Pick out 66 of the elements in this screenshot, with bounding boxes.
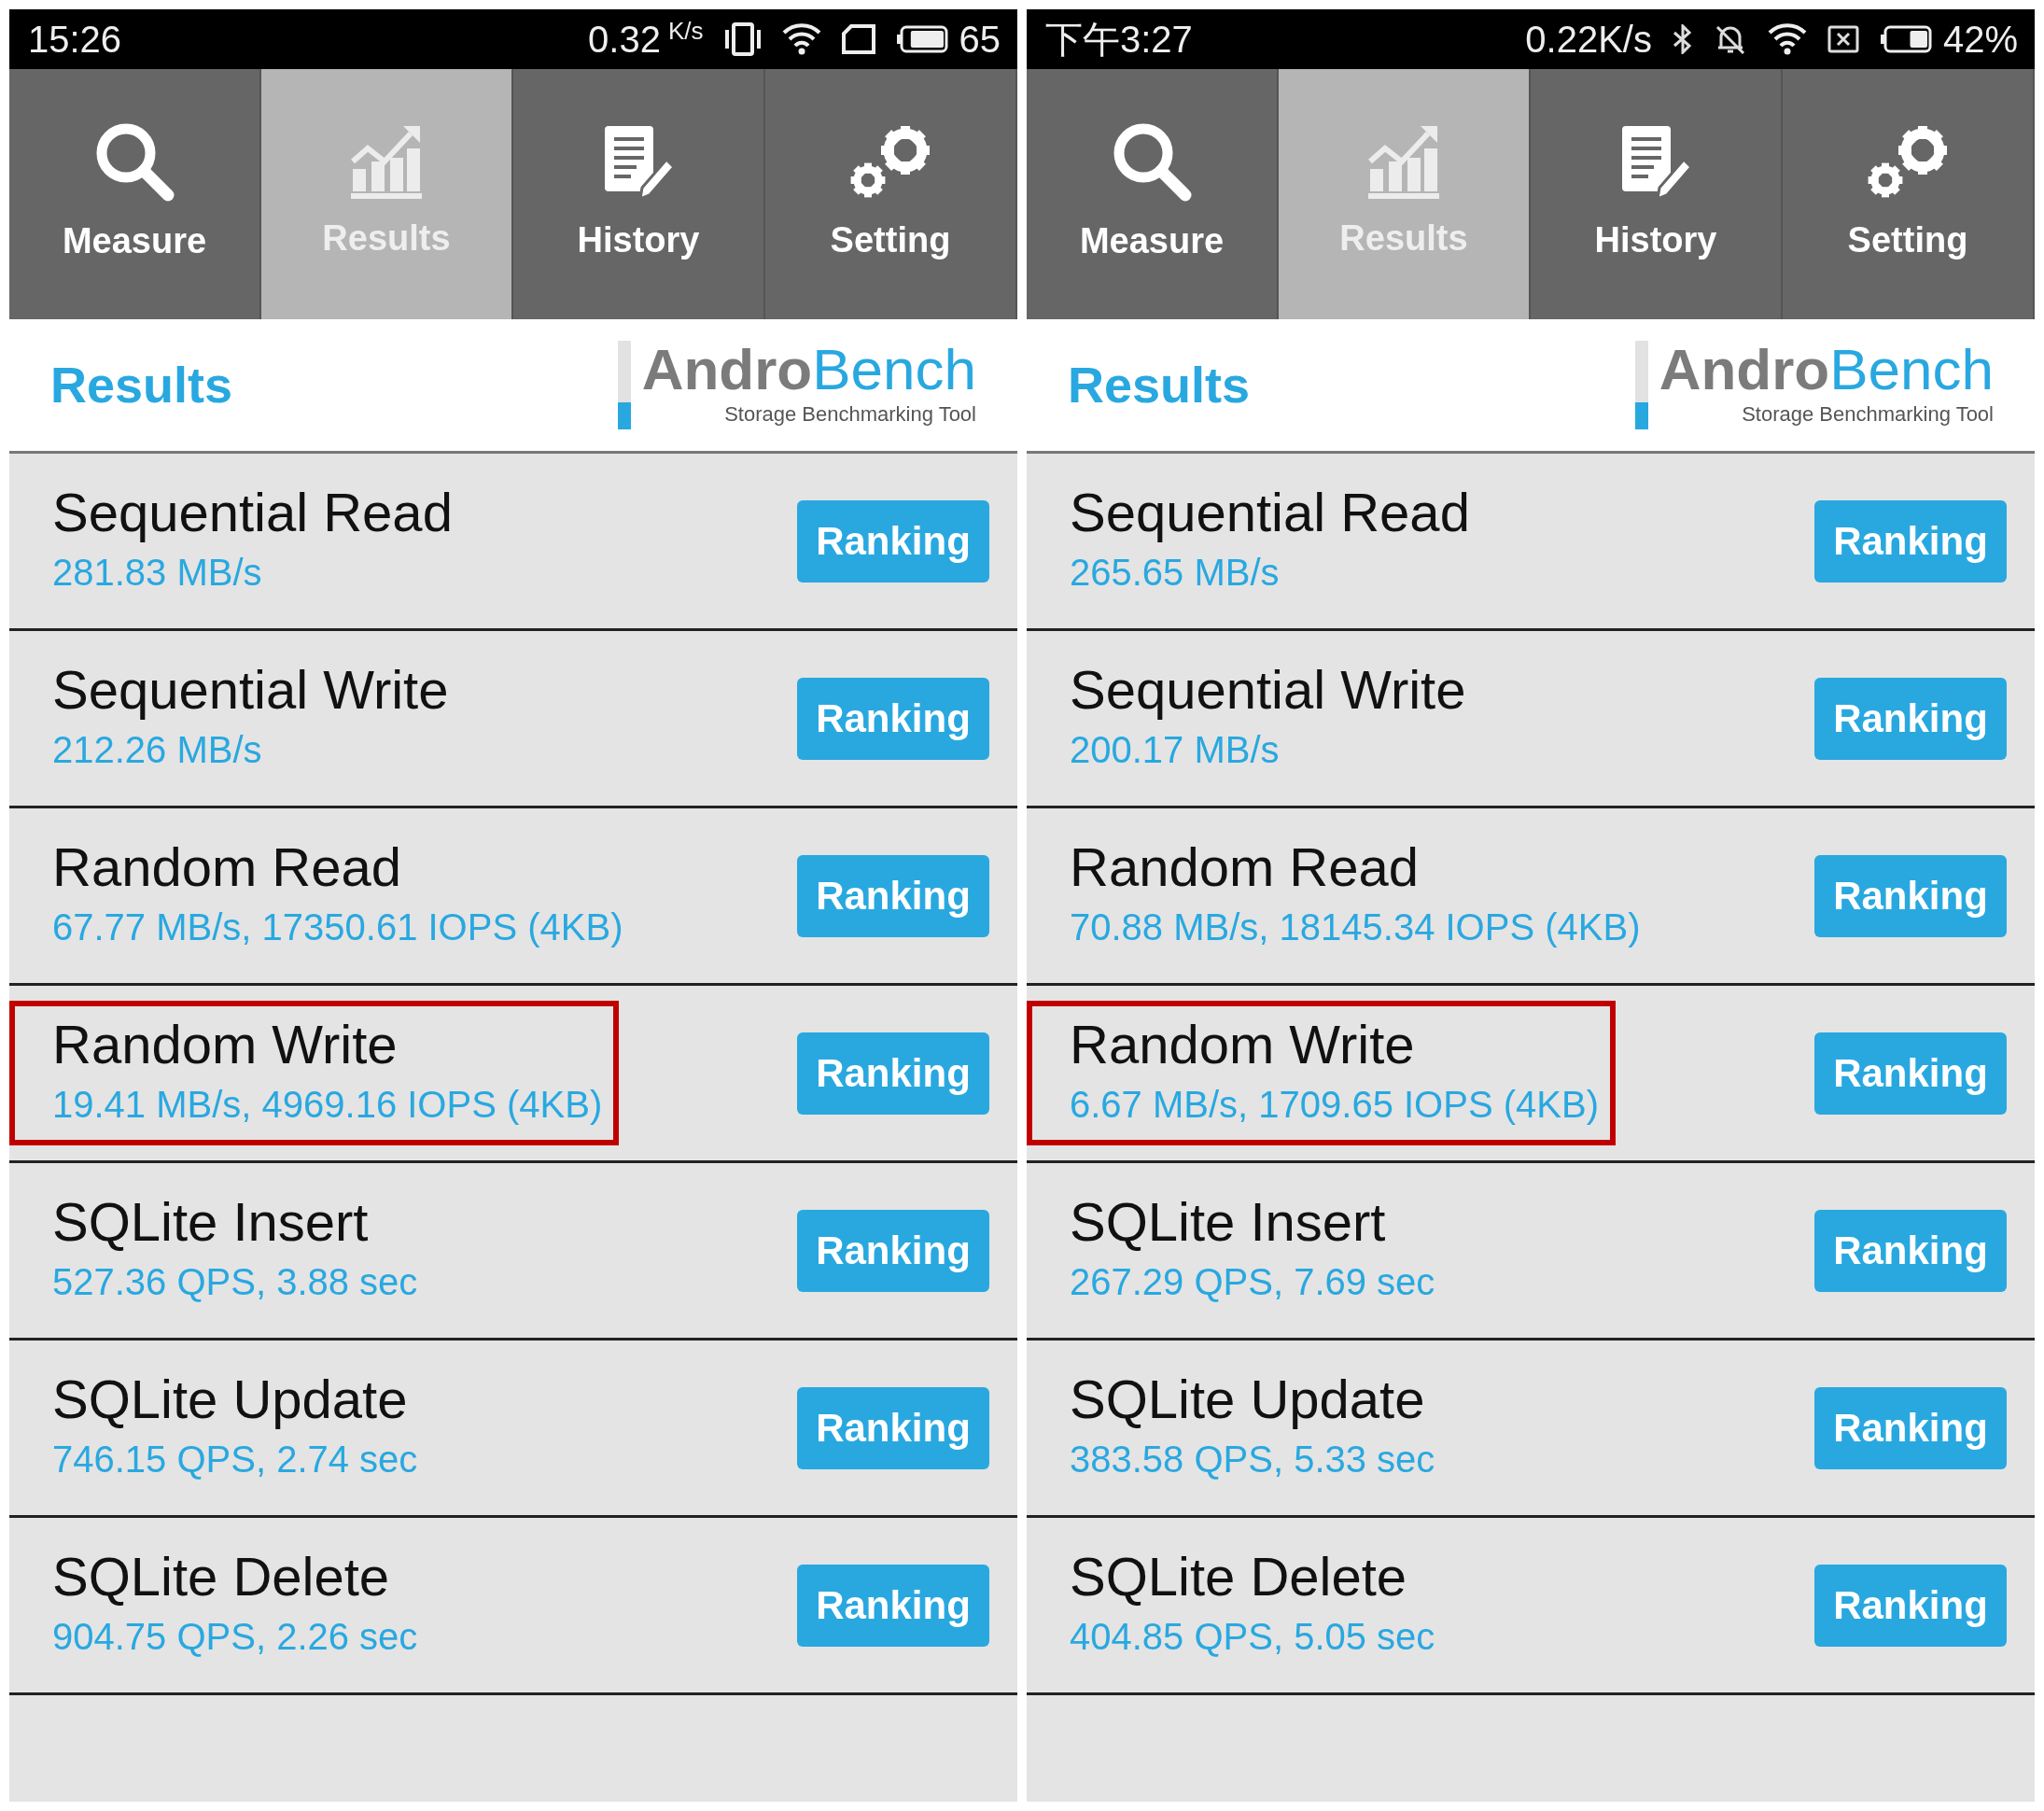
test-name: SQLite Insert	[1070, 1191, 1387, 1254]
ranking-button[interactable]: Ranking	[1814, 677, 2007, 760]
test-name: Sequential Write	[52, 659, 449, 722]
wifi-icon	[781, 23, 821, 55]
bluetooth-icon	[1672, 24, 1693, 54]
ranking-button[interactable]: Ranking	[1814, 1386, 2007, 1469]
ranking-button[interactable]: Ranking	[1814, 854, 2007, 937]
test-name: SQLite Update	[1070, 1369, 1426, 1431]
test-name: Random Read	[52, 836, 402, 899]
test-result: 212.26 MB/s	[52, 727, 263, 772]
logo-tagline: Storage Benchmarking Tool	[1741, 401, 1994, 428]
tab[interactable]: Results	[261, 69, 513, 319]
ranking-button[interactable]: Ranking	[1814, 1032, 2007, 1115]
ranking-button[interactable]: Ranking	[797, 1386, 989, 1469]
test-result: 70.88 MB/s, 18145.34 IOPS (4KB)	[1070, 905, 1641, 949]
status-time: 下午3:27	[1045, 18, 1193, 62]
test-name: Random Write	[1070, 1014, 1416, 1076]
ranking-button[interactable]: Ranking	[1814, 1564, 2007, 1647]
ranking-button[interactable]: Ranking	[1814, 1209, 2007, 1292]
test-name: Sequential Write	[1070, 659, 1466, 722]
status-time: 15:26	[28, 18, 122, 62]
ranking-button[interactable]: Ranking	[797, 499, 989, 583]
network-speed: 0.32 $^{K/s}$	[588, 15, 704, 62]
ranking-button[interactable]: Ranking	[797, 1032, 989, 1115]
chart-icon	[351, 123, 422, 199]
test-result: 404.85 QPS, 5.05 sec	[1070, 1614, 1435, 1659]
wifi-icon	[1767, 23, 1807, 55]
battery-level: 42%	[1942, 18, 2018, 62]
ranking-button[interactable]: Ranking	[1814, 499, 2007, 583]
test-result: 6.67 MB/s, 1709.65 IOPS (4KB)	[1070, 1082, 1599, 1127]
chart-icon	[1368, 123, 1439, 199]
network-speed: 0.22K/s	[1525, 18, 1652, 62]
logo-tagline: Storage Benchmarking Tool	[723, 401, 976, 428]
battery-icon	[895, 25, 948, 53]
page-title: Results	[50, 356, 233, 414]
test-result: 281.83 MB/s	[52, 550, 263, 595]
tab[interactable]: Results	[1279, 69, 1531, 319]
logo-wordmark: AndroBench	[641, 341, 976, 399]
test-result: 19.41 MB/s, 4969.16 IOPS (4KB)	[52, 1082, 603, 1127]
vibrate-icon	[723, 22, 762, 56]
test-name: SQLite Delete	[52, 1546, 391, 1608]
no-sim-icon	[1827, 25, 1859, 53]
sim-card-icon	[841, 24, 875, 54]
test-name: SQLite Delete	[1070, 1546, 1408, 1608]
test-result: 67.77 MB/s, 17350.61 IOPS (4KB)	[52, 905, 623, 949]
ranking-button[interactable]: Ranking	[797, 1209, 989, 1292]
test-name: Random Write	[52, 1014, 399, 1076]
test-result: 200.17 MB/s	[1070, 727, 1281, 772]
test-result: 267.29 QPS, 7.69 sec	[1070, 1259, 1435, 1304]
logo-wordmark: AndroBench	[1659, 341, 1994, 399]
battery-level: 65	[959, 18, 1001, 62]
test-result: 265.65 MB/s	[1070, 550, 1281, 595]
test-name: Sequential Read	[1070, 482, 1470, 544]
test-result: 904.75 QPS, 2.26 sec	[52, 1614, 418, 1659]
test-result: 746.15 QPS, 2.74 sec	[52, 1437, 418, 1481]
test-name: Sequential Read	[52, 482, 453, 544]
ranking-button[interactable]: Ranking	[797, 854, 989, 937]
test-name: SQLite Insert	[52, 1191, 370, 1254]
ranking-button[interactable]: Ranking	[797, 1564, 989, 1647]
test-name: Random Read	[1070, 836, 1420, 899]
battery-icon	[1879, 25, 1932, 53]
test-result: 383.58 QPS, 5.33 sec	[1070, 1437, 1435, 1481]
test-name: SQLite Update	[52, 1369, 409, 1431]
test-result: 527.36 QPS, 3.88 sec	[52, 1259, 418, 1304]
page-title: Results	[1068, 356, 1251, 414]
ranking-button[interactable]: Ranking	[797, 677, 989, 760]
